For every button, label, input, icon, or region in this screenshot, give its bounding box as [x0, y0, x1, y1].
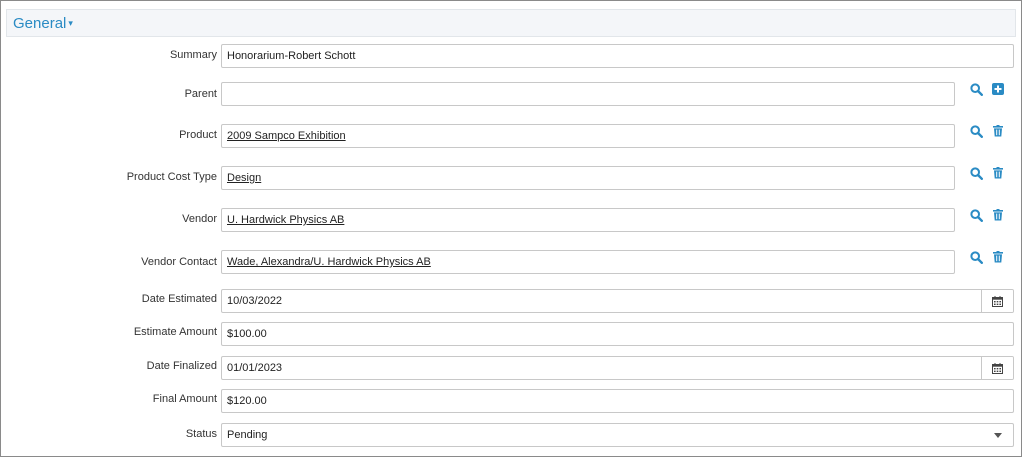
date-estimated-calendar-icon[interactable]: [981, 290, 1013, 312]
date-finalized-calendar-icon[interactable]: [981, 357, 1013, 379]
status-label: Status: [185, 428, 217, 440]
general-form-panel: General ▾ Summary Honorarium-Robert Schot…: [0, 0, 1022, 457]
vendor-link[interactable]: U. Hardwick Physics AB: [227, 214, 344, 226]
status-select[interactable]: Pending: [221, 423, 1014, 447]
product-label: Product: [179, 129, 217, 141]
section-title: General: [13, 15, 67, 32]
product-cost-type-field: Design: [221, 166, 955, 190]
parent-search-icon[interactable]: [968, 81, 984, 97]
caret-down-icon: ▾: [68, 18, 73, 28]
date-finalized-label: Date Finalized: [146, 360, 217, 372]
section-header: General ▾: [6, 9, 1016, 37]
final-amount-input[interactable]: $120.00: [221, 389, 1014, 413]
vendor-field: U. Hardwick Physics AB: [221, 208, 955, 232]
date-estimated-group: 10/03/2022: [221, 289, 1014, 313]
parent-input[interactable]: [221, 82, 955, 106]
parent-label: Parent: [184, 88, 217, 100]
section-toggle-general[interactable]: General ▾: [13, 15, 73, 32]
product-field: 2009 Sampco Exhibition: [221, 124, 955, 148]
vendor-search-icon[interactable]: [968, 207, 984, 223]
date-estimated-label: Date Estimated: [141, 293, 217, 305]
vendor-contact-delete-icon[interactable]: [990, 249, 1006, 265]
estimate-amount-label: Estimate Amount: [133, 326, 217, 338]
product-link[interactable]: 2009 Sampco Exhibition: [227, 130, 346, 142]
summary-label: Summary: [169, 49, 217, 61]
product-search-icon[interactable]: [968, 123, 984, 139]
summary-input[interactable]: Honorarium-Robert Schott: [221, 44, 1014, 68]
estimate-amount-input[interactable]: $100.00: [221, 322, 1014, 346]
product-cost-type-search-icon[interactable]: [968, 165, 984, 181]
final-amount-label: Final Amount: [152, 393, 217, 405]
product-cost-type-delete-icon[interactable]: [990, 165, 1006, 181]
date-finalized-input[interactable]: 01/01/2023: [227, 357, 282, 379]
vendor-label: Vendor: [182, 213, 217, 225]
vendor-contact-label: Vendor Contact: [141, 256, 217, 268]
vendor-delete-icon[interactable]: [990, 207, 1006, 223]
product-cost-type-link[interactable]: Design: [227, 172, 261, 184]
product-delete-icon[interactable]: [990, 123, 1006, 139]
chevron-down-icon[interactable]: [983, 424, 1013, 446]
vendor-contact-search-icon[interactable]: [968, 249, 984, 265]
date-estimated-input[interactable]: 10/03/2022: [227, 290, 282, 312]
parent-add-icon[interactable]: [990, 81, 1006, 97]
vendor-contact-field: Wade, Alexandra/U. Hardwick Physics AB: [221, 250, 955, 274]
status-value: Pending: [227, 429, 268, 441]
product-cost-type-label: Product Cost Type: [126, 171, 217, 183]
date-finalized-group: 01/01/2023: [221, 356, 1014, 380]
vendor-contact-link[interactable]: Wade, Alexandra/U. Hardwick Physics AB: [227, 256, 431, 268]
